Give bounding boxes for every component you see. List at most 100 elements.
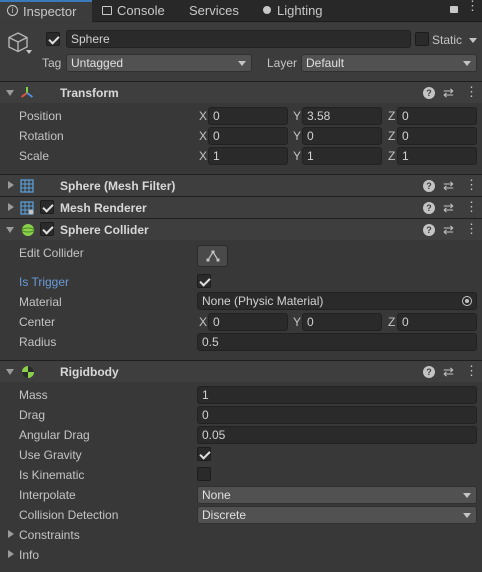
tab-console[interactable]: Console bbox=[96, 0, 186, 22]
mass-field[interactable]: 1 bbox=[197, 386, 477, 404]
position-z-field[interactable]: 0 bbox=[397, 107, 477, 125]
constraints-foldout-icon[interactable] bbox=[8, 530, 14, 538]
is-kinematic-label: Is Kinematic bbox=[19, 468, 85, 482]
position-x-field[interactable]: 0 bbox=[208, 107, 288, 125]
foldout-expanded-icon[interactable] bbox=[6, 227, 14, 233]
lock-icon[interactable] bbox=[450, 6, 458, 13]
tab-lighting[interactable]: Lighting bbox=[258, 0, 338, 22]
presets-icon[interactable]: ⇄ bbox=[443, 222, 454, 238]
presets-icon[interactable]: ⇄ bbox=[443, 200, 454, 216]
use-gravity-checkbox[interactable] bbox=[197, 447, 211, 461]
help-icon[interactable]: ? bbox=[423, 180, 435, 192]
is-kinematic-checkbox[interactable] bbox=[197, 467, 211, 481]
interpolate-value: None bbox=[202, 488, 231, 502]
tab-services-label: Services bbox=[189, 3, 239, 18]
info-label[interactable]: Info bbox=[19, 548, 39, 562]
kebab-menu-icon[interactable]: ⋮ bbox=[465, 199, 478, 215]
scale-z-label[interactable]: Z bbox=[388, 149, 395, 163]
drag-field[interactable]: 0 bbox=[197, 406, 477, 424]
rotation-z-label[interactable]: Z bbox=[388, 129, 395, 143]
kebab-menu-icon[interactable]: ⋮ bbox=[465, 84, 478, 100]
layer-dropdown[interactable]: Default bbox=[301, 54, 477, 72]
rotation-x-label[interactable]: X bbox=[199, 129, 207, 143]
tab-services[interactable]: Services bbox=[188, 0, 250, 22]
console-icon bbox=[102, 6, 112, 15]
collision-detection-label: Collision Detection bbox=[19, 508, 119, 522]
mesh-renderer-title: Mesh Renderer bbox=[60, 201, 147, 215]
mesh-filter-title: Sphere (Mesh Filter) bbox=[60, 179, 176, 193]
use-gravity-label: Use Gravity bbox=[19, 448, 82, 462]
kebab-menu-icon[interactable]: ⋮ bbox=[466, 0, 479, 12]
edit-collider-button[interactable] bbox=[197, 245, 228, 267]
position-y-field[interactable]: 3.58 bbox=[302, 107, 382, 125]
foldout-collapsed-icon[interactable] bbox=[8, 181, 14, 189]
help-icon[interactable]: ? bbox=[423, 366, 435, 378]
center-z-field[interactable]: 0 bbox=[397, 313, 477, 331]
object-name-input[interactable]: Sphere bbox=[66, 30, 411, 48]
interpolate-dropdown[interactable]: None bbox=[197, 486, 477, 504]
center-y-label[interactable]: Y bbox=[293, 315, 301, 329]
foldout-expanded-icon[interactable] bbox=[6, 369, 14, 375]
help-icon[interactable]: ? bbox=[423, 202, 435, 214]
mesh-renderer-enabled-checkbox[interactable] bbox=[40, 200, 54, 214]
static-label: Static bbox=[432, 33, 463, 47]
sphere-collider-header[interactable]: Sphere Collider ? ⇄ ⋮ bbox=[0, 218, 482, 240]
rigidbody-header[interactable]: Rigidbody ? ⇄ ⋮ bbox=[0, 360, 482, 382]
angular-drag-field[interactable]: 0.05 bbox=[197, 426, 477, 444]
foldout-expanded-icon[interactable] bbox=[6, 90, 14, 96]
transform-header[interactable]: Transform ? ⇄ ⋮ bbox=[0, 81, 482, 103]
tag-value: Untagged bbox=[71, 56, 124, 70]
kebab-menu-icon[interactable]: ⋮ bbox=[465, 363, 478, 379]
rotation-y-label[interactable]: Y bbox=[293, 129, 301, 143]
sphere-collider-icon bbox=[21, 224, 35, 236]
angular-drag-label: Angular Drag bbox=[19, 428, 90, 442]
foldout-collapsed-icon[interactable] bbox=[8, 203, 14, 211]
material-field[interactable]: None (Physic Material) bbox=[197, 292, 477, 310]
position-z-label[interactable]: Z bbox=[388, 109, 395, 123]
scale-x-field[interactable]: 1 bbox=[208, 147, 288, 165]
tag-dropdown[interactable]: Untagged bbox=[66, 54, 252, 72]
is-trigger-checkbox[interactable] bbox=[197, 274, 211, 288]
kebab-menu-icon[interactable]: ⋮ bbox=[465, 221, 478, 237]
rotation-y-field[interactable]: 0 bbox=[302, 127, 382, 145]
tab-bar: i Inspector Console Services Lighting ⋮ bbox=[0, 0, 482, 22]
help-icon[interactable]: ? bbox=[423, 87, 435, 99]
tab-inspector-label: Inspector bbox=[23, 4, 77, 19]
tab-inspector[interactable]: i Inspector bbox=[0, 0, 92, 22]
gameobject-header: Sphere Static Tag Untagged Layer Default bbox=[0, 23, 482, 81]
material-label: Material bbox=[19, 295, 62, 309]
static-dropdown-arrow[interactable] bbox=[469, 38, 477, 43]
position-x-label[interactable]: X bbox=[199, 109, 207, 123]
sphere-collider-enabled-checkbox[interactable] bbox=[40, 222, 54, 236]
scale-y-field[interactable]: 1 bbox=[302, 147, 382, 165]
static-checkbox[interactable] bbox=[415, 32, 429, 46]
mesh-renderer-header[interactable]: Mesh Renderer ? ⇄ ⋮ bbox=[0, 196, 482, 218]
presets-icon[interactable]: ⇄ bbox=[443, 178, 454, 194]
kebab-menu-icon[interactable]: ⋮ bbox=[465, 177, 478, 193]
position-y-label[interactable]: Y bbox=[293, 109, 301, 123]
scale-label: Scale bbox=[19, 149, 50, 163]
constraints-label[interactable]: Constraints bbox=[19, 528, 80, 542]
sphere-collider-title: Sphere Collider bbox=[60, 223, 149, 237]
scale-y-label[interactable]: Y bbox=[293, 149, 301, 163]
presets-icon[interactable]: ⇄ bbox=[443, 364, 454, 380]
center-z-label[interactable]: Z bbox=[388, 315, 395, 329]
rotation-z-field[interactable]: 0 bbox=[397, 127, 477, 145]
center-y-field[interactable]: 0 bbox=[302, 313, 382, 331]
mesh-filter-icon bbox=[20, 179, 34, 193]
object-picker-icon[interactable] bbox=[462, 296, 472, 306]
position-label: Position bbox=[19, 109, 62, 123]
collision-detection-dropdown[interactable]: Discrete bbox=[197, 506, 477, 524]
icon-dropdown-arrow[interactable] bbox=[26, 50, 32, 54]
radius-field[interactable]: 0.5 bbox=[197, 333, 477, 351]
help-icon[interactable]: ? bbox=[423, 224, 435, 236]
info-foldout-icon[interactable] bbox=[8, 550, 14, 558]
active-toggle[interactable] bbox=[46, 32, 60, 46]
rotation-x-field[interactable]: 0 bbox=[208, 127, 288, 145]
presets-icon[interactable]: ⇄ bbox=[443, 85, 454, 101]
center-x-field[interactable]: 0 bbox=[208, 313, 288, 331]
scale-x-label[interactable]: X bbox=[199, 149, 207, 163]
scale-z-field[interactable]: 1 bbox=[397, 147, 477, 165]
center-x-label[interactable]: X bbox=[199, 315, 207, 329]
mesh-filter-header[interactable]: Sphere (Mesh Filter) ? ⇄ ⋮ bbox=[0, 174, 482, 196]
